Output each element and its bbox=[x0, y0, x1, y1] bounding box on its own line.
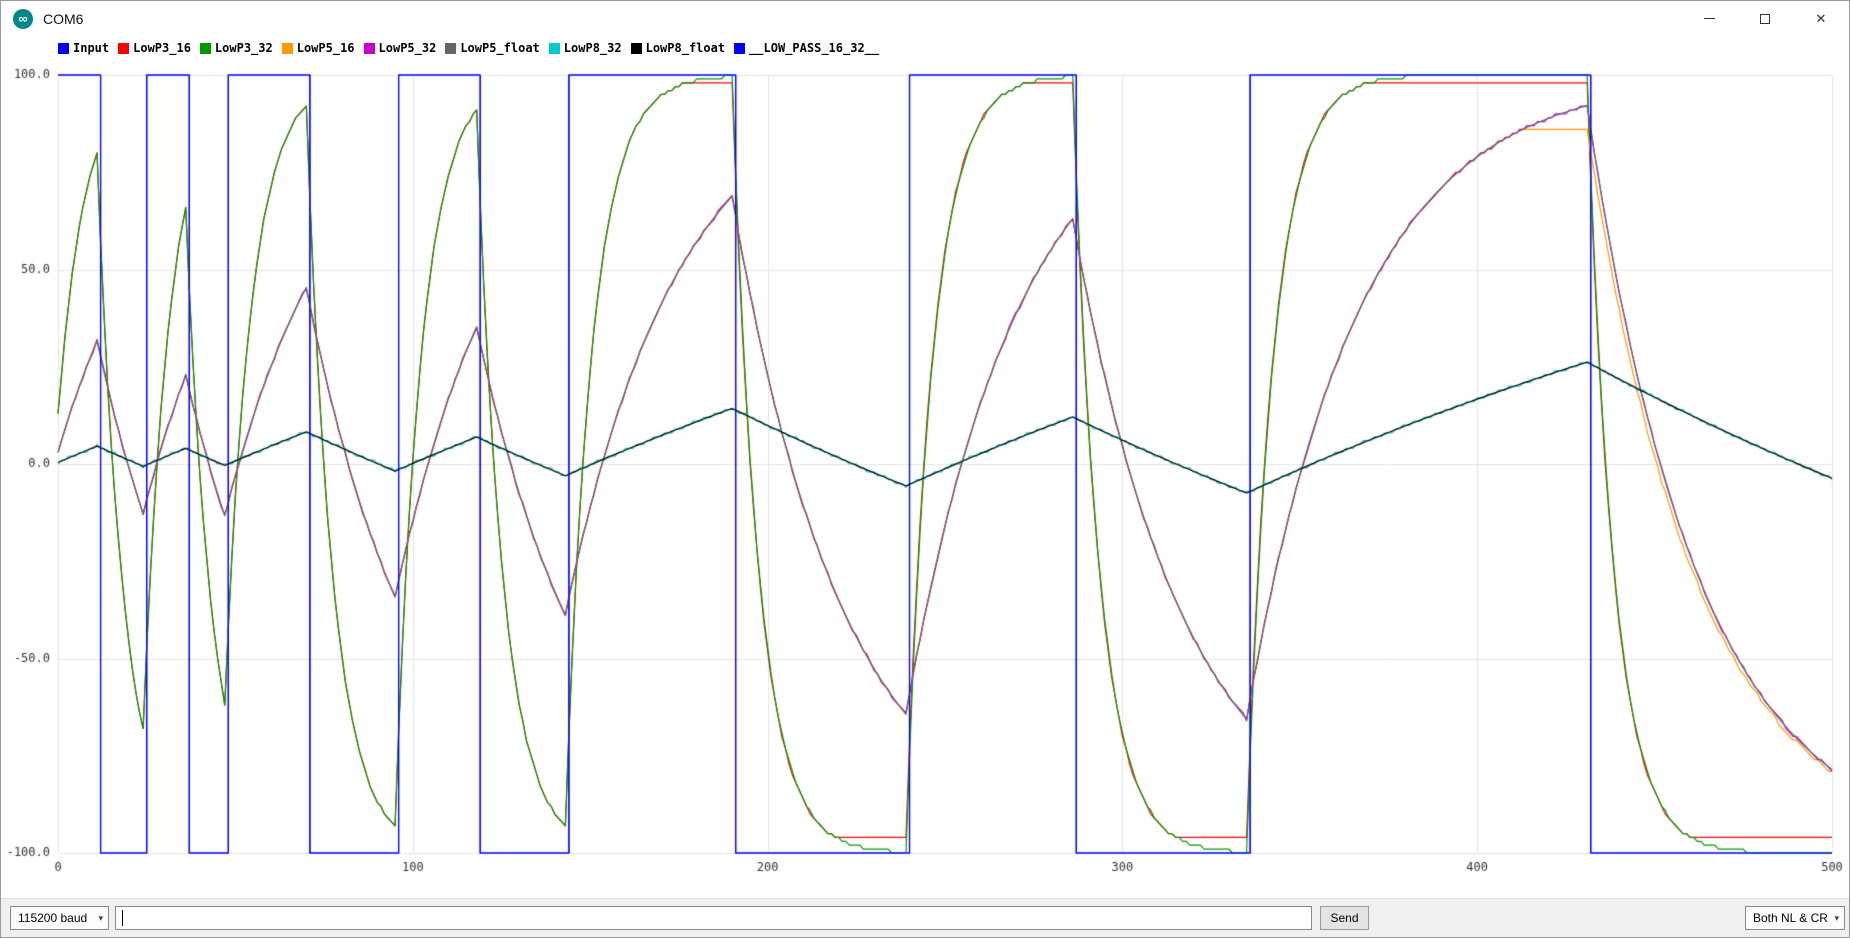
send-button[interactable]: Send bbox=[1320, 906, 1369, 930]
minimize-icon bbox=[1703, 18, 1715, 19]
legend-item: Input bbox=[58, 41, 109, 55]
maximize-icon bbox=[1760, 13, 1770, 24]
legend-label: __LOW_PASS_16_32__ bbox=[749, 41, 880, 55]
legend-label: LowP5_32 bbox=[378, 41, 437, 55]
legend-item: LowP3_16 bbox=[118, 41, 191, 55]
serial-message-field bbox=[115, 906, 1312, 930]
window-title: COM6 bbox=[43, 10, 84, 27]
legend-swatch-icon bbox=[199, 42, 211, 54]
close-button[interactable]: ✕ bbox=[1793, 1, 1849, 36]
legend-swatch-icon bbox=[58, 42, 69, 54]
serial-message-input[interactable] bbox=[115, 906, 1312, 930]
maximize-button[interactable] bbox=[1737, 1, 1793, 36]
legend-swatch-icon bbox=[281, 42, 293, 54]
plot-canvas bbox=[1, 36, 1849, 900]
plot-area: Input LowP3_16 LowP3_32 LowP5_16 LowP5_32 Low… bbox=[1, 36, 1849, 900]
legend-item: __LOW_PASS_16_32__ bbox=[734, 41, 879, 55]
chart-legend: Input LowP3_16 LowP3_32 LowP5_16 LowP5_32 Low… bbox=[58, 41, 879, 55]
legend-item: LowP5_16 bbox=[281, 41, 355, 55]
legend-label: LowP3_16 bbox=[133, 41, 191, 55]
line-ending-select[interactable]: Both NL & CR ▾ bbox=[1745, 906, 1845, 930]
legend-label: LowP3_32 bbox=[214, 41, 273, 55]
window-controls: ✕ bbox=[1681, 1, 1849, 36]
legend-swatch-icon bbox=[630, 42, 642, 54]
legend-label: LowP5_16 bbox=[296, 41, 355, 55]
legend-label: LowP8_32 bbox=[563, 41, 622, 55]
chevron-down-icon: ▾ bbox=[1834, 912, 1839, 923]
baud-rate-value: 115200 baud bbox=[18, 911, 88, 925]
minimize-button[interactable] bbox=[1681, 1, 1737, 36]
serial-toolbar: 115200 baud ▾ Send Both NL & CR ▾ bbox=[1, 898, 1849, 937]
legend-item: LowP3_32 bbox=[199, 41, 273, 55]
legend-label: LowP5_float bbox=[460, 41, 540, 55]
arduino-logo-icon: ∞ bbox=[13, 8, 33, 29]
line-ending-value: Both NL & CR bbox=[1753, 911, 1828, 925]
baud-rate-select[interactable]: 115200 baud ▾ bbox=[10, 906, 109, 930]
close-icon: ✕ bbox=[1815, 10, 1827, 26]
text-caret bbox=[122, 910, 123, 926]
legend-item: LowP5_32 bbox=[363, 41, 437, 55]
serial-plotter-window: ∞ COM6 ✕ Input LowP3_16 LowP3_32 LowP5_16 Lo… bbox=[0, 0, 1850, 938]
legend-swatch-icon bbox=[548, 42, 560, 54]
legend-label: Input bbox=[73, 41, 110, 55]
legend-swatch-icon bbox=[118, 42, 130, 54]
legend-swatch-icon bbox=[445, 42, 457, 54]
legend-item: LowP8_float bbox=[630, 41, 726, 55]
legend-swatch-icon bbox=[363, 42, 375, 54]
legend-item: LowP5_float bbox=[445, 41, 540, 55]
title-bar[interactable]: ∞ COM6 ✕ bbox=[1, 1, 1849, 36]
legend-label: LowP8_float bbox=[645, 41, 726, 55]
legend-swatch-icon bbox=[734, 42, 746, 54]
chevron-down-icon: ▾ bbox=[98, 912, 103, 923]
legend-item: LowP8_32 bbox=[548, 41, 622, 55]
